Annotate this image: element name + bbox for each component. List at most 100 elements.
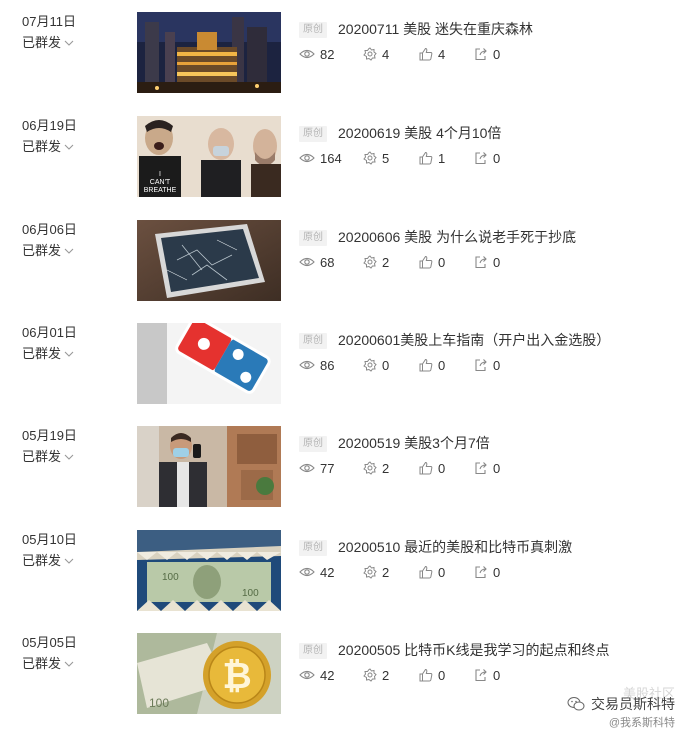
- svg-text:₿: ₿: [222, 655, 251, 696]
- share-icon: [475, 256, 487, 269]
- eye-icon: [299, 567, 315, 577]
- gear-icon: [363, 151, 377, 165]
- look-count-value: 5: [382, 150, 390, 166]
- thumbs-up-icon: [419, 565, 433, 579]
- look-count-value: 2: [382, 460, 390, 476]
- article-title[interactable]: 20200519 美股3个月7倍: [338, 433, 490, 453]
- look-count: 5: [363, 151, 419, 166]
- like-count-value: 1: [438, 150, 446, 166]
- dominos-logo-icon[interactable]: [137, 323, 281, 404]
- look-count: 2: [363, 461, 419, 476]
- status-dropdown[interactable]: 已群发: [22, 139, 112, 155]
- read-count-value: 77: [320, 460, 335, 476]
- status-dropdown[interactable]: 已群发: [22, 656, 112, 672]
- gear-icon: [363, 565, 377, 579]
- article-title[interactable]: 20200510 最近的美股和比特币真刺激: [338, 537, 572, 557]
- like-count: 0: [419, 565, 474, 580]
- eye-icon: [299, 153, 315, 163]
- like-count: 4: [419, 47, 474, 62]
- look-count-value: 2: [382, 564, 390, 580]
- article-row: 06月19日 已群发 I CAN'T BREATHE 原创 20200619 美…: [0, 116, 685, 198]
- article-title[interactable]: 20200619 美股 4个月10倍: [338, 123, 501, 143]
- share-count: 0: [474, 668, 514, 683]
- status-dropdown[interactable]: 已群发: [22, 346, 112, 362]
- thumbs-up-icon: [419, 151, 433, 165]
- gear-icon: [363, 47, 377, 61]
- original-badge: 原创: [299, 125, 327, 142]
- stats-bar: 86 0 0 0: [299, 357, 679, 373]
- city-night-icon[interactable]: [137, 12, 281, 93]
- share-count-value: 0: [493, 150, 501, 166]
- read-count: 82: [299, 47, 363, 62]
- article-info: 原创 20200510 最近的美股和比特币真刺激 42 2 0 0: [299, 537, 679, 580]
- share-count-value: 0: [493, 46, 501, 62]
- publish-date: 05月10日: [22, 532, 77, 547]
- status-label: 已群发: [22, 449, 62, 464]
- bitcoin-coin-icon[interactable]: 100 ₿: [137, 633, 281, 714]
- status-dropdown[interactable]: 已群发: [22, 243, 112, 259]
- svg-text:BREATHE: BREATHE: [144, 187, 177, 194]
- stats-bar: 68 2 0 0: [299, 254, 679, 270]
- gear-icon: [363, 358, 377, 372]
- gear-icon: [363, 668, 377, 682]
- status-dropdown[interactable]: 已群发: [22, 553, 112, 569]
- original-badge: 原创: [299, 539, 327, 556]
- read-count-value: 68: [320, 254, 335, 270]
- status-dropdown[interactable]: 已群发: [22, 35, 112, 51]
- read-count: 42: [299, 668, 363, 683]
- publish-date: 05月19日: [22, 428, 77, 443]
- read-count: 86: [299, 358, 363, 373]
- article-row: 05月10日 已群发 100 100 原创 20200510 最近的美股和比特币…: [0, 530, 685, 612]
- masked-man-phone-icon[interactable]: [137, 426, 281, 507]
- article-title[interactable]: 20200601美股上车指南（开户出入金选股）: [338, 330, 610, 350]
- look-count: 2: [363, 668, 419, 683]
- thumbs-up-icon: [419, 47, 433, 61]
- article-title[interactable]: 20200711 美股 迷失在重庆森林: [338, 19, 533, 39]
- look-count-value: 4: [382, 46, 390, 62]
- article-row: 06月06日 已群发 原创 20200606 美股 为什么说老手死于抄底 68 …: [0, 220, 685, 302]
- share-count: 0: [474, 565, 514, 580]
- svg-text:CAN'T: CAN'T: [150, 179, 171, 186]
- article-title[interactable]: 20200505 比特币K线是我学习的起点和终点: [338, 640, 610, 660]
- article-info: 原创 20200505 比特币K线是我学习的起点和终点 42 2 0 0: [299, 640, 679, 683]
- share-count: 0: [474, 47, 514, 62]
- like-count-value: 0: [438, 357, 446, 373]
- like-count: 0: [419, 668, 474, 683]
- dollar-bill-jaws-icon[interactable]: 100 100: [137, 530, 281, 611]
- thumbs-up-icon: [419, 358, 433, 372]
- status-label: 已群发: [22, 346, 62, 361]
- eye-icon: [299, 360, 315, 370]
- like-count-value: 4: [438, 46, 446, 62]
- share-count: 0: [474, 151, 514, 166]
- share-count-value: 0: [493, 357, 501, 373]
- status-label: 已群发: [22, 139, 62, 154]
- date-column: 05月10日 已群发: [22, 532, 112, 569]
- stats-bar: 77 2 0 0: [299, 460, 679, 476]
- read-count: 77: [299, 461, 363, 476]
- article-info: 原创 20200619 美股 4个月10倍 164 5 1 0: [299, 123, 679, 166]
- share-count-value: 0: [493, 460, 501, 476]
- date-column: 05月19日 已群发: [22, 428, 112, 465]
- protest-masks-icon[interactable]: I CAN'T BREATHE: [137, 116, 281, 197]
- like-count-value: 0: [438, 667, 446, 683]
- status-dropdown[interactable]: 已群发: [22, 449, 112, 465]
- article-title[interactable]: 20200606 美股 为什么说老手死于抄底: [338, 227, 576, 247]
- publish-date: 05月05日: [22, 635, 77, 650]
- share-count-value: 0: [493, 254, 501, 270]
- publish-date: 06月19日: [22, 118, 77, 133]
- share-icon: [475, 669, 487, 682]
- article-row: 05月19日 已群发 原创 20200519 美股3个月7倍 77 2 0 0: [0, 426, 685, 508]
- read-count-value: 86: [320, 357, 335, 373]
- status-label: 已群发: [22, 35, 62, 50]
- svg-text:100: 100: [149, 696, 169, 710]
- article-row: 06月01日 已群发 原创 20200601美股上车指南（开户出入金选股） 86…: [0, 323, 685, 405]
- original-badge: 原创: [299, 435, 327, 452]
- share-icon: [475, 48, 487, 61]
- gear-icon: [363, 255, 377, 269]
- broken-screen-icon[interactable]: [137, 220, 281, 301]
- share-icon: [475, 152, 487, 165]
- like-count: 1: [419, 151, 474, 166]
- original-badge: 原创: [299, 642, 327, 659]
- share-icon: [475, 359, 487, 372]
- thumbs-up-icon: [419, 668, 433, 682]
